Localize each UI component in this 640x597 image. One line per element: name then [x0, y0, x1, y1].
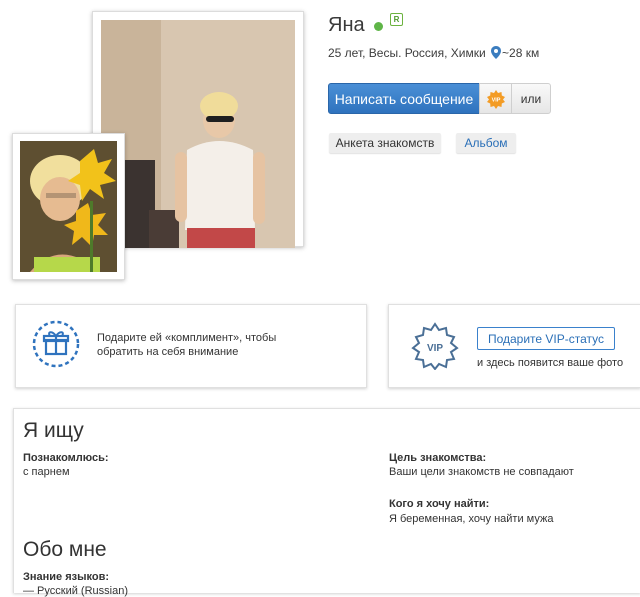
tab-album[interactable]: Альбом — [456, 133, 516, 153]
distance-text: ~28 км — [502, 46, 540, 60]
who-value: Я беременная, хочу найти мужа — [389, 513, 554, 525]
tab-profile[interactable]: Анкета знакомств — [329, 133, 441, 153]
profile-details: 25 лет, Весы. Россия, Химки ~28 км — [328, 46, 539, 62]
lang-label: Знание языков: — [23, 571, 110, 583]
seeking-title: Я ищу — [23, 419, 84, 442]
gift-vip-button[interactable]: VIP — [479, 83, 512, 114]
about-title: Обо мне — [23, 538, 107, 561]
secondary-photo-image[interactable] — [20, 141, 117, 272]
who-label: Кого я хочу найти: — [389, 498, 490, 510]
write-message-button[interactable]: Написать сообщение — [328, 83, 480, 114]
registered-badge-icon: R — [390, 13, 403, 26]
profile-name: Яна — [328, 14, 365, 36]
location-pin-icon — [491, 46, 502, 62]
secondary-photo[interactable] — [12, 133, 125, 280]
gift-badge-icon: VIP — [486, 89, 505, 109]
gift-icon[interactable] — [32, 320, 80, 373]
vip-badge-text: VIP — [427, 343, 443, 354]
compliment-text: Подарите ей «комплимент», чтобы обратить… — [97, 332, 277, 358]
lang-value: — Русский (Russian) — [23, 585, 128, 597]
goal-label: Цель знакомства: — [389, 452, 487, 464]
profile-details-text: 25 лет, Весы. Россия, Химки — [328, 46, 486, 60]
online-status-icon — [374, 22, 383, 31]
gift-badge-text: VIP — [491, 97, 500, 103]
or-button[interactable]: или — [511, 83, 551, 114]
meet-value: с парнем — [23, 466, 70, 478]
vip-badge-icon: VIP — [410, 322, 460, 375]
vip-hint-text: и здесь появится ваше фото — [477, 357, 624, 369]
main-photo-image[interactable] — [101, 20, 295, 248]
goal-value: Ваши цели знакомств не совпадают — [389, 466, 574, 478]
meet-label: Познакомлюсь: — [23, 452, 109, 464]
gift-vip-status-button[interactable]: Подарите VIP-статус — [477, 327, 615, 350]
info-panel — [13, 408, 640, 593]
